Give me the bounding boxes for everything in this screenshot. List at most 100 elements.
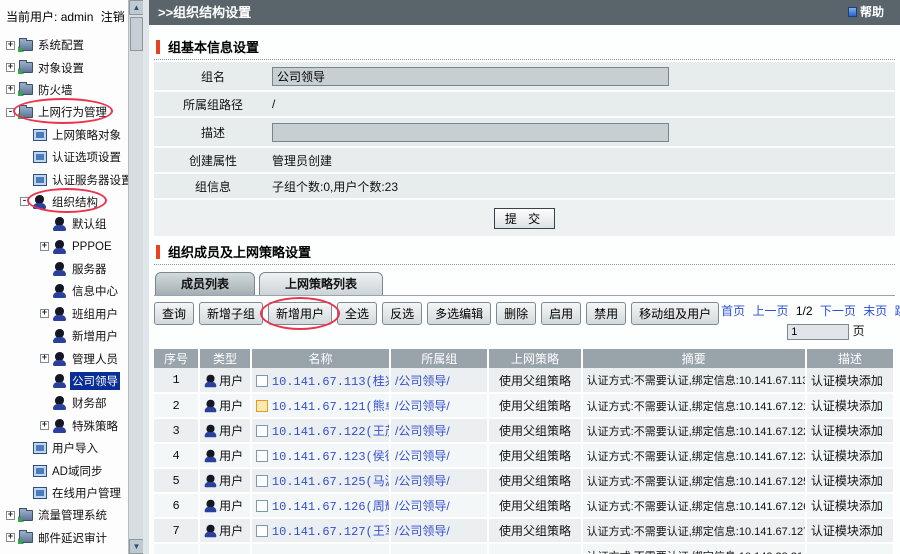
toolbar-button[interactable]: 删除 [496, 302, 536, 325]
tree-item[interactable]: 认证服务器设置 [0, 168, 143, 190]
user-name-link[interactable]: 10.141.67.113(桂兆东) [272, 375, 390, 389]
tree-item[interactable]: + 管理人员 [0, 347, 143, 369]
cell-policy: 使用父组策略 [488, 518, 581, 543]
field-input[interactable] [272, 67, 669, 86]
toolbar-button[interactable]: 查询 [154, 302, 194, 325]
tree-expander-icon[interactable]: - [20, 197, 29, 206]
table-row: 认证方式:不需要认证,绑定信息:10.142.38.31 [154, 543, 894, 554]
tree-item[interactable]: + PPPOE [0, 236, 143, 258]
group-link[interactable]: /公司领导/ [395, 424, 450, 438]
tree-item[interactable]: + 流量管理系统 [0, 504, 143, 526]
toolbar-button[interactable]: 启用 [541, 302, 581, 325]
tree-item[interactable]: 用户导入 [0, 437, 143, 459]
field-value-cell: / [272, 97, 895, 111]
page-number-input[interactable] [787, 324, 849, 340]
row-checkbox[interactable] [256, 400, 268, 412]
tree-expander-icon[interactable]: + [6, 63, 15, 72]
scroll-up-icon[interactable]: ▲ [129, 0, 144, 15]
tree-item[interactable]: + 防火墙 [0, 79, 143, 101]
tree-item[interactable]: + 系统配置 [0, 34, 143, 56]
field-value: / [272, 97, 275, 111]
tree-expander-icon[interactable]: + [40, 309, 49, 318]
cell-name: 10.141.67.121(熊卓远) [251, 393, 390, 418]
cell-name: 10.141.67.126(周辉) [251, 493, 390, 518]
scrollbar-thumb[interactable] [130, 17, 143, 51]
navigation-tree: + 系统配置 + 对象设置 + 防火墙 - 上网行为管理 [0, 29, 143, 549]
tree-item[interactable]: + 邮件延迟审计 [0, 527, 143, 549]
tab[interactable]: 上网策略列表 [259, 272, 383, 295]
tree-expander-icon[interactable]: + [6, 511, 15, 520]
scroll-down-icon[interactable]: ▼ [129, 539, 144, 554]
tree-item[interactable]: - 组织结构 [0, 191, 143, 213]
group-link[interactable]: /公司领导/ [395, 399, 450, 413]
tree-item[interactable]: + 特殊策略 [0, 415, 143, 437]
field-label: 组信息 [154, 178, 272, 195]
next-page-link[interactable]: 下一页 [820, 304, 856, 318]
group-link[interactable]: /公司领导/ [395, 474, 450, 488]
section-marker-icon [156, 40, 160, 54]
tree-expander-icon[interactable]: + [6, 85, 15, 94]
cell-seq: 6 [154, 493, 199, 518]
user-name-link[interactable]: 10.141.67.121(熊卓远) [272, 400, 390, 414]
tree-item[interactable]: 公司领导 [0, 370, 143, 392]
toolbar-button[interactable]: 全选 [337, 302, 377, 325]
row-checkbox[interactable] [256, 525, 268, 537]
row-checkbox[interactable] [256, 450, 268, 462]
group-link[interactable]: /公司领导/ [395, 449, 450, 463]
jump-to-link[interactable]: 跳转到 [895, 304, 900, 318]
tree-item-label: PPPOE [70, 240, 114, 254]
tree-item[interactable]: 财务部 [0, 392, 143, 414]
row-checkbox[interactable] [256, 475, 268, 487]
user-name-link[interactable]: 10.141.67.126(周辉) [272, 500, 390, 514]
submit-button[interactable]: 提 交 [494, 208, 555, 229]
sidebar-scrollbar[interactable]: ▲ ▼ [128, 0, 143, 554]
tree-expander-icon[interactable]: + [40, 354, 49, 363]
user-name-link[interactable]: 10.141.67.127(王军) [272, 525, 390, 539]
logout-link[interactable]: 注销 [101, 10, 125, 24]
group-link[interactable]: /公司领导/ [395, 499, 450, 513]
row-checkbox[interactable] [256, 500, 268, 512]
tree-expander-icon[interactable]: + [6, 41, 15, 50]
cell-summary: 认证方式:不需要认证,绑定信息:10.141.67.123, [582, 443, 806, 468]
toolbar-button[interactable]: 新增用户 [268, 302, 332, 325]
tree-item-label: 特殊策略 [70, 417, 120, 435]
user-name-link[interactable]: 10.141.67.123(侯德安) [272, 450, 390, 464]
toolbar-button[interactable]: 禁用 [586, 302, 626, 325]
group-link[interactable]: /公司领导/ [395, 374, 450, 388]
tree-item-label: 邮件延迟审计 [36, 529, 109, 547]
tree-item[interactable]: 在线用户管理 [0, 482, 143, 504]
tree-expander-icon[interactable]: + [6, 533, 15, 542]
tree-expander-icon[interactable]: - [6, 108, 15, 117]
group-link[interactable]: /公司领导/ [395, 524, 450, 538]
help-button[interactable]: 帮助 [848, 0, 884, 25]
table-header-cell: 类型 [199, 349, 251, 368]
row-checkbox[interactable] [256, 425, 268, 437]
toolbar-button[interactable]: 反选 [382, 302, 422, 325]
row-checkbox[interactable] [256, 375, 268, 387]
user-name-link[interactable]: 10.141.67.125(马波) [272, 475, 390, 489]
tree-item[interactable]: + 班组用户 [0, 303, 143, 325]
last-page-link[interactable]: 末页 [863, 304, 887, 318]
tree-expander-icon[interactable]: + [40, 242, 49, 251]
tab[interactable]: 成员列表 [155, 272, 255, 295]
tree-item[interactable]: 信息中心 [0, 280, 143, 302]
prev-page-link[interactable]: 上一页 [753, 304, 789, 318]
cell-policy: 使用父组策略 [488, 468, 581, 493]
tree-expander-icon[interactable]: + [40, 421, 49, 430]
tree-item-label: 流量管理系统 [36, 506, 109, 524]
user-name-link[interactable]: 10.141.67.122(王茂全) [272, 425, 390, 439]
first-page-link[interactable]: 首页 [721, 304, 745, 318]
tree-item[interactable]: 默认组 [0, 213, 143, 235]
toolbar-button[interactable]: 多选编辑 [427, 302, 491, 325]
field-input[interactable] [272, 123, 669, 142]
tree-item[interactable]: AD域同步 [0, 459, 143, 481]
tree-item[interactable]: 认证选项设置 [0, 146, 143, 168]
tree-item[interactable]: 上网策略对象 [0, 124, 143, 146]
tree-item[interactable]: 服务器 [0, 258, 143, 280]
tree-item[interactable]: 新增用户 [0, 325, 143, 347]
toolbar-button[interactable]: 新增子组 [199, 302, 263, 325]
cell-policy: 使用父组策略 [488, 418, 581, 443]
tree-item[interactable]: - 上网行为管理 [0, 101, 143, 123]
toolbar-button[interactable]: 移动组及用户 [631, 302, 719, 325]
tree-item[interactable]: + 对象设置 [0, 56, 143, 78]
